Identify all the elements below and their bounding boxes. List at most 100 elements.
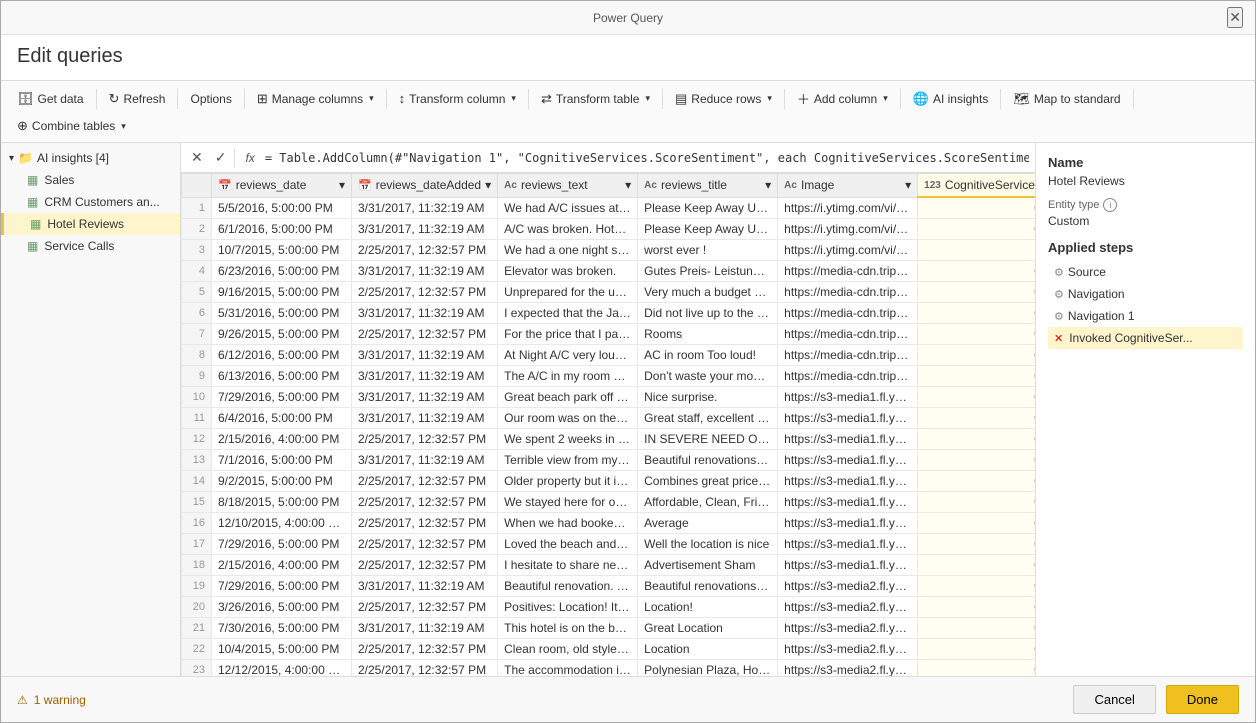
cell-data: Great Location	[638, 618, 778, 639]
cell-data: https://media-cdn.tripadvi...	[778, 282, 918, 303]
sidebar-item-hotel-reviews[interactable]: ▦ Hotel Reviews	[1, 213, 180, 235]
data-table: 📅 reviews_date ▾ 📅 reviews_dateAdded ▾	[181, 173, 1035, 676]
toolbar-separator-5	[528, 89, 529, 109]
cell-data: Combines great price with ...	[638, 471, 778, 492]
properties-panel: Name Hotel Reviews Entity type i Custom …	[1035, 143, 1255, 676]
gear-icon-source: ⚙	[1054, 266, 1064, 279]
formula-confirm-button[interactable]: ✓	[211, 147, 231, 168]
row-number: 22	[182, 639, 212, 660]
map-to-standard-button[interactable]: 🗺 Map to standard	[1005, 87, 1128, 111]
cell-cognitive-score: 0.546	[918, 513, 1035, 534]
formula-cancel-button[interactable]: ✕	[187, 147, 207, 168]
col-header-reviews-date-added[interactable]: 📅 reviews_dateAdded ▾	[352, 174, 498, 198]
cell-data: We had a one night stay at...	[498, 240, 638, 261]
sidebar-item-crm[interactable]: ▦ CRM Customers an...	[1, 191, 180, 213]
cell-data: https://s3-media2.fl.yelpcd...	[778, 639, 918, 660]
cell-cognitive-score: 0.199	[918, 345, 1035, 366]
col-header-reviews-date[interactable]: 📅 reviews_date ▾	[212, 174, 352, 198]
delete-step-icon[interactable]: ✕	[1054, 332, 1063, 345]
cell-data: 6/13/2016, 5:00:00 PM	[212, 366, 352, 387]
table-row: 158/18/2015, 5:00:00 PM2/25/2017, 12:32:…	[182, 492, 1036, 513]
step-navigation-1[interactable]: ⚙ Navigation 1	[1048, 305, 1243, 327]
cell-data: 6/23/2016, 5:00:00 PM	[212, 261, 352, 282]
step-navigation[interactable]: ⚙ Navigation	[1048, 283, 1243, 305]
transform-table-icon: ⇄	[541, 91, 552, 107]
step-source[interactable]: ⚙ Source	[1048, 261, 1243, 283]
col-header-cognitive[interactable]: 123 CognitiveServices.... ▾	[918, 174, 1035, 198]
cell-data: Don't waste your money	[638, 366, 778, 387]
cell-data: Location	[638, 639, 778, 660]
table-row: 149/2/2015, 5:00:00 PM2/25/2017, 12:32:5…	[182, 471, 1036, 492]
sidebar-item-sales[interactable]: ▦ Sales	[1, 169, 180, 191]
table-row: 2210/4/2015, 5:00:00 PM2/25/2017, 12:32:…	[182, 639, 1036, 660]
cell-data: https://i.ytimg.com/vi/gV...	[778, 219, 918, 240]
cell-data: Well the location is nice	[638, 534, 778, 555]
options-button[interactable]: Options	[182, 88, 239, 110]
cell-data: 7/30/2016, 5:00:00 PM	[212, 618, 352, 639]
table-row: 310/7/2015, 5:00:00 PM2/25/2017, 12:32:5…	[182, 240, 1036, 261]
add-column-button[interactable]: ＋ Add column ▾	[789, 85, 896, 112]
cell-data: 6/4/2016, 5:00:00 PM	[212, 408, 352, 429]
cell-data: Beautiful renovations locat...	[638, 576, 778, 597]
table-row: 197/29/2016, 5:00:00 PM3/31/2017, 11:32:…	[182, 576, 1036, 597]
cell-data: 2/25/2017, 12:32:57 PM	[352, 513, 498, 534]
row-number: 11	[182, 408, 212, 429]
toolbar-separator-7	[784, 89, 785, 109]
cell-data: The A/C in my room broke...	[498, 366, 638, 387]
reduce-rows-button[interactable]: ▤ Reduce rows ▾	[667, 87, 780, 111]
done-button[interactable]: Done	[1166, 685, 1239, 714]
table-icon-crm: ▦	[27, 195, 38, 209]
row-number: 19	[182, 576, 212, 597]
cell-data: 2/15/2016, 4:00:00 PM	[212, 555, 352, 576]
main-area: ▾ 📁 AI insights [4] ▦ Sales ▦ CRM Custom…	[1, 143, 1255, 676]
transform-table-button[interactable]: ⇄ Transform table ▾	[533, 87, 658, 111]
cell-cognitive-score: 0.328	[918, 219, 1035, 240]
cell-data: 2/25/2017, 12:32:57 PM	[352, 534, 498, 555]
combine-icon: ⊕	[17, 118, 28, 134]
cell-data: 2/25/2017, 12:32:57 PM	[352, 639, 498, 660]
database-icon: 🗄	[17, 91, 34, 107]
header: Edit queries	[1, 35, 1255, 80]
grid-container[interactable]: 📅 reviews_date ▾ 📅 reviews_dateAdded ▾	[181, 173, 1035, 676]
text-icon-1: Ac	[504, 180, 517, 191]
get-data-button[interactable]: 🗄 Get data	[9, 87, 92, 111]
footer: ⚠ 1 warning Cancel Done	[1, 676, 1255, 722]
table-row: 116/4/2016, 5:00:00 PM3/31/2017, 11:32:1…	[182, 408, 1036, 429]
cell-data: 3/31/2017, 11:32:19 AM	[352, 366, 498, 387]
cell-data: Advertisement Sham	[638, 555, 778, 576]
manage-columns-button[interactable]: ⊞ Manage columns ▾	[249, 87, 382, 111]
cell-cognitive-score: 0.565	[918, 366, 1035, 387]
reduce-rows-icon: ▤	[675, 91, 687, 107]
cell-data: https://s3-media1.fl.yelpcd...	[778, 408, 918, 429]
table-icon-sales: ▦	[27, 173, 38, 187]
toolbar-separator-4	[386, 89, 387, 109]
combine-tables-button[interactable]: ⊕ Combine tables ▾	[9, 114, 134, 138]
cell-data: 3/31/2017, 11:32:19 AM	[352, 261, 498, 282]
step-invoked-cognitive[interactable]: ✕ Invoked CognitiveSer...	[1048, 327, 1243, 349]
col-header-image[interactable]: Ac Image ▾	[778, 174, 918, 198]
refresh-button[interactable]: ↻ Refresh	[101, 87, 174, 111]
sidebar-item-service-calls[interactable]: ▦ Service Calls	[1, 235, 180, 257]
table-row: 59/16/2015, 5:00:00 PM2/25/2017, 12:32:5…	[182, 282, 1036, 303]
cell-data: I hesitate to share negative...	[498, 555, 638, 576]
transform-column-button[interactable]: ↕ Transform column ▾	[391, 87, 524, 110]
table-row: 86/12/2016, 5:00:00 PM3/31/2017, 11:32:1…	[182, 345, 1036, 366]
num-icon: 123	[924, 180, 941, 191]
ai-insights-button[interactable]: 🌐 AI insights	[905, 87, 997, 111]
col-header-reviews-text[interactable]: Ac reviews_text ▾	[498, 174, 638, 198]
cell-data: Our room was on the bott...	[498, 408, 638, 429]
sidebar-group-ai-insights[interactable]: ▾ 📁 AI insights [4]	[1, 147, 180, 169]
toolbar-separator-10	[1133, 89, 1134, 109]
cell-cognitive-score: 0.667	[918, 429, 1035, 450]
cell-cognitive-score: 0.309	[918, 282, 1035, 303]
cell-data: https://s3-media2.fl.yelpcd...	[778, 660, 918, 677]
close-button[interactable]: ✕	[1227, 7, 1243, 28]
cell-data: 5/5/2016, 5:00:00 PM	[212, 197, 352, 219]
col-header-reviews-title[interactable]: Ac reviews_title ▾	[638, 174, 778, 198]
cancel-button[interactable]: Cancel	[1073, 685, 1155, 714]
cell-data: 2/25/2017, 12:32:57 PM	[352, 660, 498, 677]
cell-data: https://media-cdn.tripadvi...	[778, 303, 918, 324]
formula-input[interactable]	[265, 151, 1029, 165]
cell-data: 7/1/2016, 5:00:00 PM	[212, 450, 352, 471]
row-number: 18	[182, 555, 212, 576]
